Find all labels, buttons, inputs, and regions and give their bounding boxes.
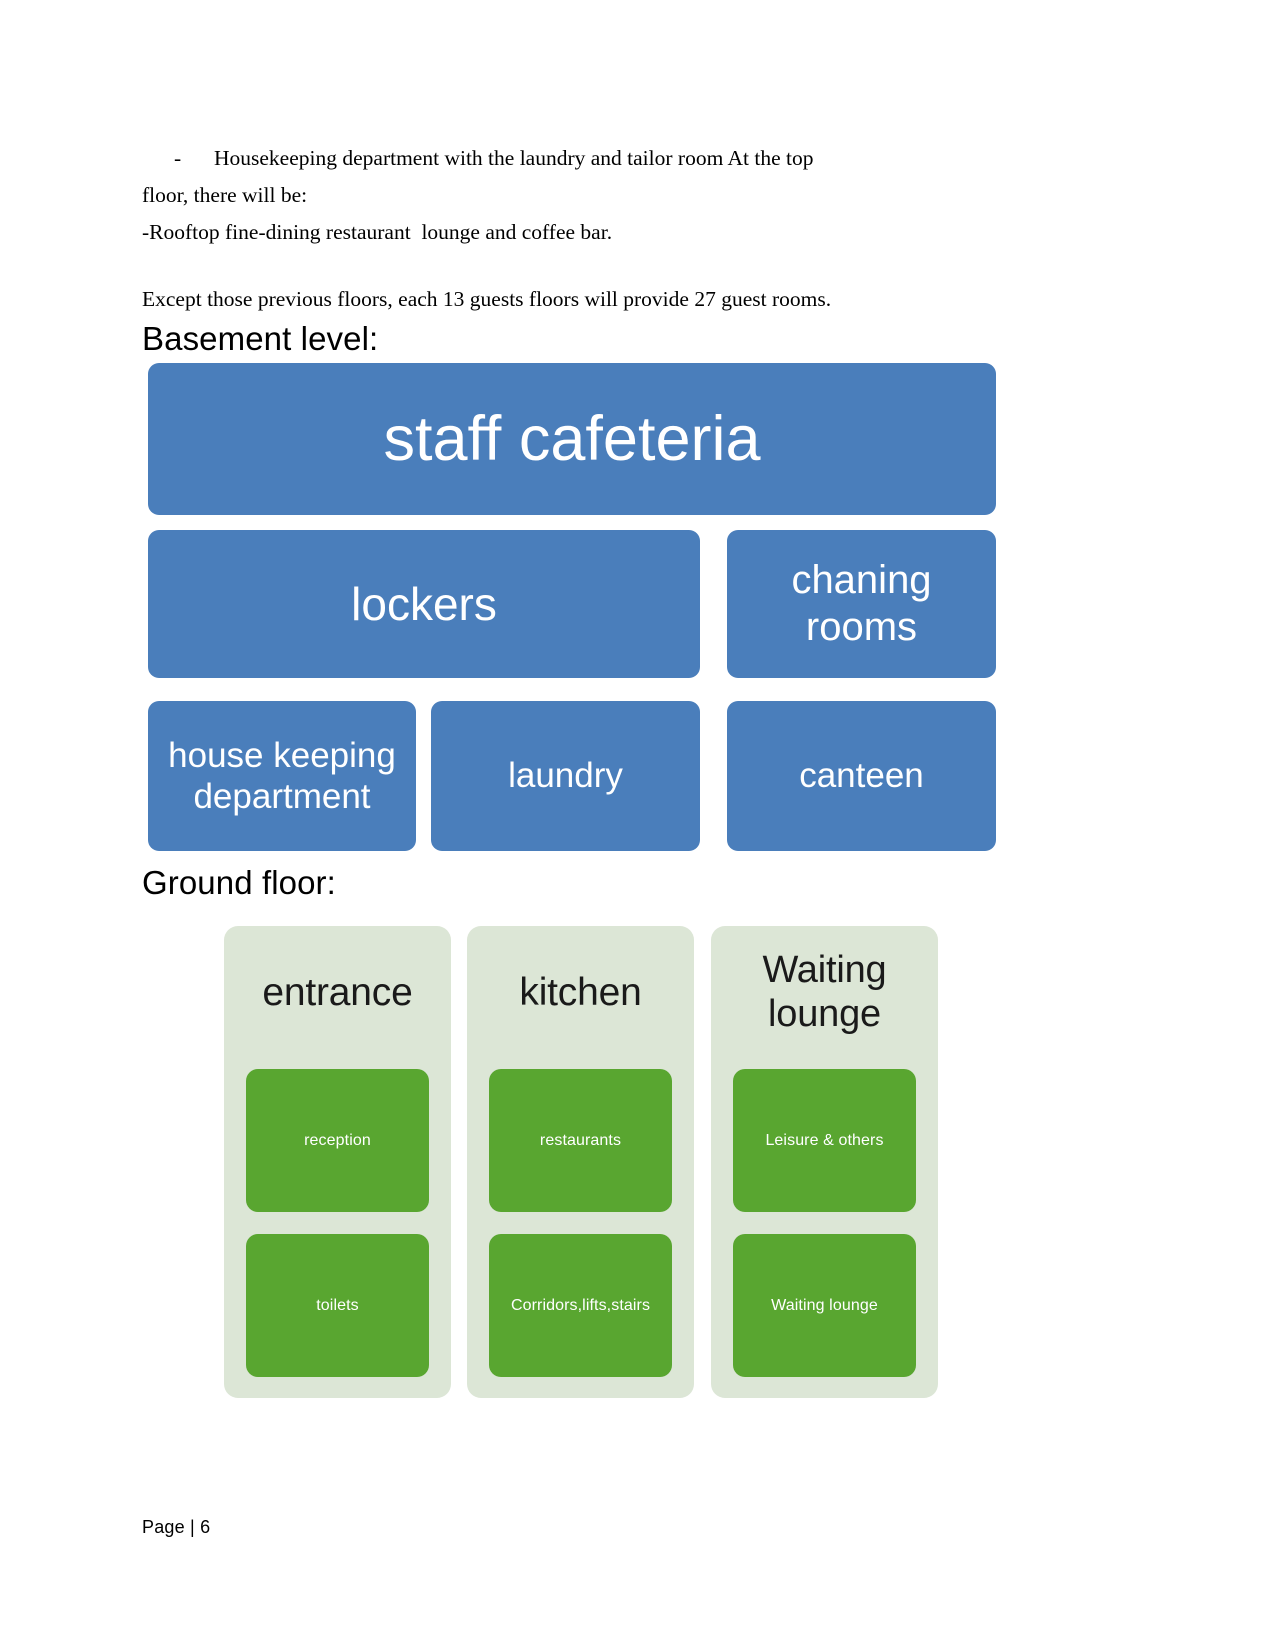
summary-paragraph: Except those previous floors, each 13 gu… bbox=[142, 287, 832, 311]
page-footer: Page | 6 bbox=[142, 1517, 211, 1537]
bullet-paragraph-housekeeping: - Housekeeping department with the laundr… bbox=[142, 140, 912, 177]
diagram-box-reception[interactable]: reception bbox=[246, 1069, 429, 1212]
diagram-box-label: toilets bbox=[316, 1296, 359, 1314]
diagram-box-waiting-lounge[interactable]: Waiting lounge bbox=[733, 1234, 916, 1377]
bullet-text: Housekeeping department with the laundry… bbox=[214, 146, 814, 170]
diagram-box-label: staff cafeteria bbox=[383, 403, 761, 474]
diagram-box-house-keeping-department[interactable]: house keeping department bbox=[148, 701, 416, 851]
diagram-box-label: Corridors,lifts,stairs bbox=[510, 1296, 651, 1314]
diagram-box-staff-cafeteria[interactable]: staff cafeteria bbox=[148, 363, 996, 515]
diagram-column-kitchen[interactable]: kitchen restaurants Corridors,lifts,stai… bbox=[467, 926, 694, 1398]
diagram-box-label: Leisure & others bbox=[765, 1131, 884, 1149]
document-text-body: - Housekeeping department with the laundr… bbox=[142, 140, 912, 359]
document-page: - Housekeeping department with the laundr… bbox=[0, 0, 1275, 1651]
diagram-box-label: Waiting lounge bbox=[771, 1296, 878, 1314]
heading-basement-level: Basement level: bbox=[142, 320, 379, 357]
diagram-column-entrance[interactable]: entrance reception toilets bbox=[224, 926, 451, 1398]
diagram-box-toilets[interactable]: toilets bbox=[246, 1234, 429, 1377]
diagram-box-laundry[interactable]: laundry bbox=[431, 701, 700, 851]
diagram-box-chaning-rooms[interactable]: chaning rooms bbox=[727, 530, 996, 678]
heading-ground-floor: Ground floor: bbox=[142, 864, 336, 901]
diagram-box-canteen[interactable]: canteen bbox=[727, 701, 996, 851]
diagram-box-restaurants[interactable]: restaurants bbox=[489, 1069, 672, 1212]
diagram-box-label: lockers bbox=[351, 577, 497, 630]
diagram-box-label: house keeping department bbox=[168, 735, 396, 816]
diagram-box-corridors-lifts-stairs[interactable]: Corridors,lifts,stairs bbox=[489, 1234, 672, 1377]
bullet-dash: - bbox=[174, 146, 182, 170]
diagram-box-label: reception bbox=[304, 1131, 371, 1149]
diagram-column-title: entrance bbox=[262, 971, 413, 1014]
diagram-box-label: laundry bbox=[508, 756, 623, 796]
diagram-box-label: canteen bbox=[799, 756, 924, 796]
diagram-box-label: restaurants bbox=[539, 1131, 622, 1149]
diagram-column-waiting-lounge[interactable]: Waiting lounge Leisure & others Waiting … bbox=[711, 926, 938, 1398]
diagram-box-lockers[interactable]: lockers bbox=[148, 530, 700, 678]
bullet-text: Rooftop fine-dining restaurant lounge an… bbox=[149, 220, 613, 244]
diagram-box-label: chaning rooms bbox=[791, 557, 932, 649]
bullet-paragraph-rooftop: -Rooftop fine-dining restaurant lounge a… bbox=[142, 214, 912, 251]
diagram-box-leisure-and-others[interactable]: Leisure & others bbox=[733, 1069, 916, 1212]
bullet-paragraph-housekeeping-cont: floor, there will be: bbox=[142, 183, 308, 207]
ground-floor-diagram: entrance reception toilets kitchen resta… bbox=[224, 926, 940, 1398]
diagram-column-title: Waiting lounge bbox=[762, 949, 887, 1036]
diagram-column-title: kitchen bbox=[519, 971, 642, 1014]
basement-level-diagram: staff cafeteria lockers chaning rooms ho… bbox=[148, 363, 996, 852]
